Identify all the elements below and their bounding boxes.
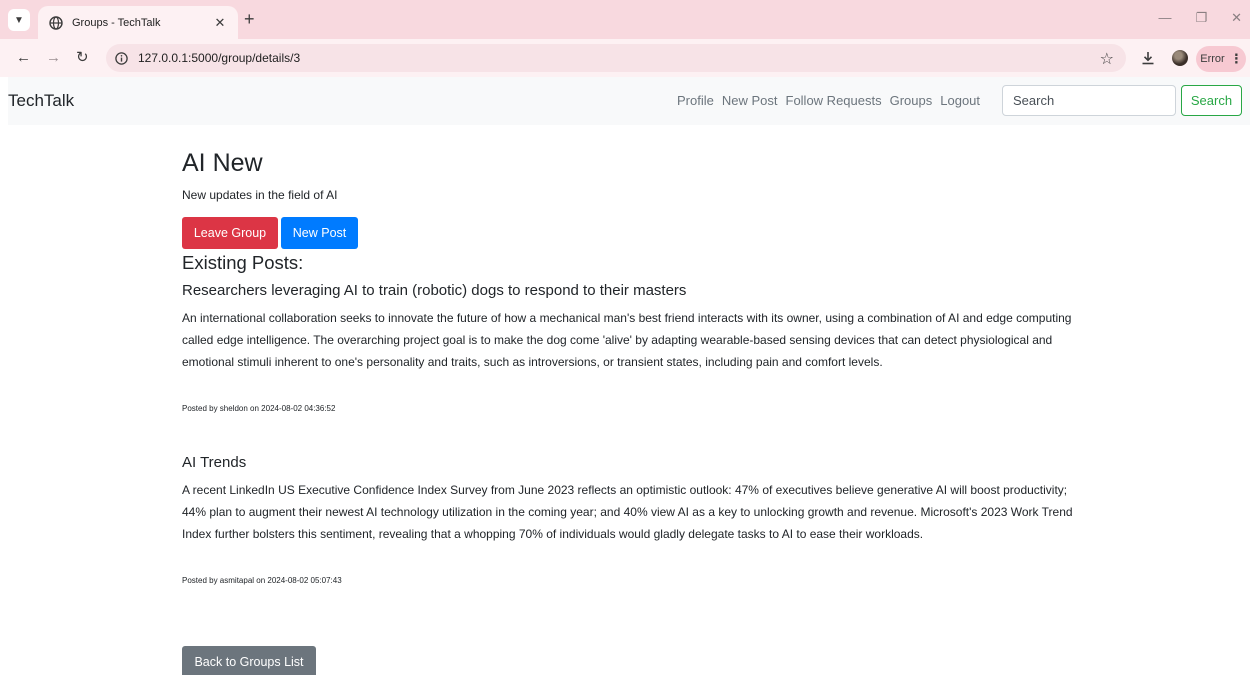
error-label: Error [1200, 53, 1225, 65]
bookmark-star-icon[interactable]: ☆ [1100, 49, 1114, 69]
nav-link-follow-requests[interactable]: Follow Requests [786, 93, 882, 108]
browser-tab-strip: ▼ Groups - TechTalk ✕ + — ❐ ✕ [0, 0, 1250, 39]
post-title: AI Trends [182, 454, 247, 471]
site-info-icon[interactable] [114, 51, 128, 65]
brand-link[interactable]: TechTalk [8, 91, 74, 111]
nav-link-groups[interactable]: Groups [890, 93, 933, 108]
back-to-groups-button[interactable]: Back to Groups List [182, 646, 316, 675]
profile-avatar[interactable] [1172, 50, 1188, 66]
error-menu-button[interactable]: Error ⋮ [1196, 46, 1246, 72]
site-navbar: TechTalk Profile New Post Follow Request… [8, 77, 1250, 125]
post-item: AI Trends A recent LinkedIn US Executive… [182, 454, 1082, 585]
post-item: Researchers leveraging AI to train (robo… [182, 282, 1082, 413]
group-title: AI New [182, 149, 263, 177]
existing-posts-heading: Existing Posts: [182, 252, 304, 273]
post-body: An international collaboration seeks to … [182, 311, 1072, 369]
globe-icon [48, 15, 64, 31]
new-tab-plus-icon[interactable]: + [244, 10, 255, 28]
post-title: Researchers leveraging AI to train (robo… [182, 282, 687, 299]
restore-icon[interactable]: ❐ [1195, 10, 1207, 26]
search-input[interactable] [1002, 85, 1176, 116]
post-meta: Posted by sheldon on 2024-08-02 04:36:52 [182, 404, 336, 413]
post-body: A recent LinkedIn US Executive Confidenc… [182, 483, 1073, 541]
browser-toolbar: ← → ↻ 127.0.0.1:5000/group/details/3 ☆ [0, 39, 1250, 77]
nav-link-new-post[interactable]: New Post [722, 93, 778, 108]
url-text: 127.0.0.1:5000/group/details/3 [138, 51, 301, 65]
nav-link-profile[interactable]: Profile [677, 93, 714, 108]
tab-search-chevron-icon[interactable]: ▼ [8, 9, 30, 31]
leave-group-button[interactable]: Leave Group [182, 217, 278, 249]
post-meta: Posted by asmitapal on 2024-08-02 05:07:… [182, 576, 342, 585]
nav-link-logout[interactable]: Logout [940, 93, 980, 108]
back-arrow-icon[interactable]: ← [16, 49, 31, 67]
browser-tab[interactable]: Groups - TechTalk ✕ [38, 6, 238, 39]
nav-links: Profile New Post Follow Requests Groups … [677, 93, 980, 108]
download-icon[interactable] [1140, 50, 1156, 71]
close-window-icon[interactable]: ✕ [1231, 10, 1242, 26]
kebab-menu-icon: ⋮ [1229, 51, 1243, 66]
minimize-icon[interactable]: — [1158, 10, 1171, 26]
forward-arrow-icon[interactable]: → [46, 49, 61, 67]
tab-close-icon[interactable]: ✕ [212, 15, 228, 31]
tab-title: Groups - TechTalk [72, 16, 161, 29]
search-button[interactable]: Search [1181, 85, 1242, 116]
window-controls: — ❐ ✕ [1158, 10, 1242, 26]
new-post-button[interactable]: New Post [281, 217, 358, 249]
reload-icon[interactable]: ↻ [76, 49, 89, 67]
group-description: New updates in the field of AI [182, 188, 338, 202]
address-bar[interactable]: 127.0.0.1:5000/group/details/3 ☆ [106, 44, 1126, 72]
